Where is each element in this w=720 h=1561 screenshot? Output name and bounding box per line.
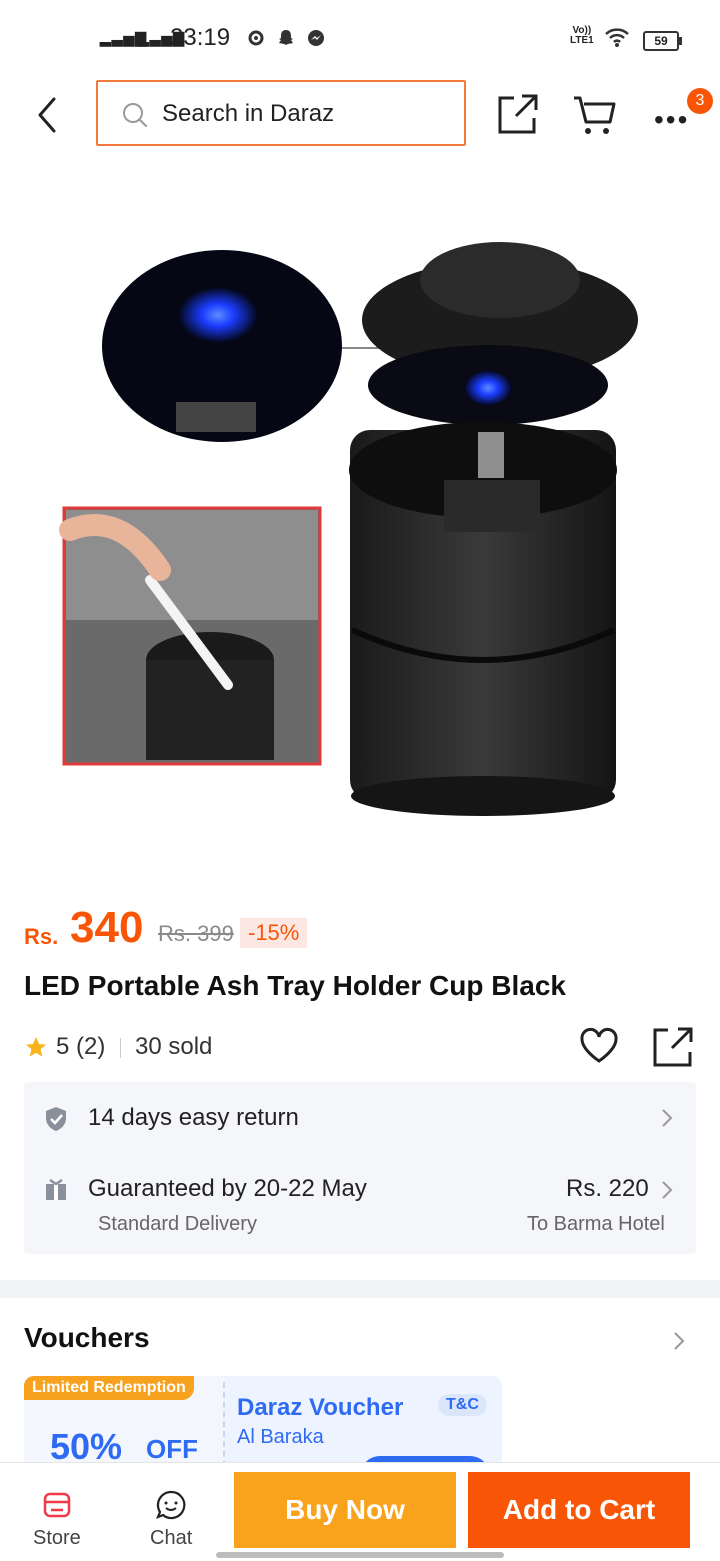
section-divider bbox=[0, 1280, 720, 1298]
vouchers-heading: Vouchers bbox=[24, 1322, 150, 1353]
delivery-fee: Rs. 220 bbox=[566, 1175, 649, 1202]
settings-icon bbox=[248, 30, 264, 46]
share-product-icon[interactable] bbox=[652, 1026, 694, 1068]
delivery-method: Standard Delivery bbox=[98, 1213, 257, 1235]
voucher-store: Al Baraka bbox=[237, 1426, 324, 1448]
chevron-right-icon[interactable] bbox=[672, 1330, 686, 1352]
chevron-right-icon[interactable] bbox=[660, 1107, 674, 1129]
battery-icon: 59 bbox=[643, 31, 682, 51]
search-input[interactable]: Search in Daraz bbox=[96, 80, 466, 146]
wifi-icon bbox=[605, 28, 629, 47]
divider bbox=[120, 1038, 121, 1058]
search-icon bbox=[123, 103, 147, 127]
chat-label[interactable]: Chat bbox=[150, 1527, 192, 1550]
add-to-cart-button[interactable]: Add to Cart bbox=[468, 1472, 690, 1548]
delivery-destination: To Barma Hotel bbox=[527, 1213, 665, 1235]
search-placeholder: Search in Daraz bbox=[162, 100, 335, 127]
messenger-icon bbox=[308, 30, 324, 46]
store-icon[interactable] bbox=[42, 1490, 72, 1520]
terms-link[interactable]: T&C bbox=[438, 1394, 487, 1416]
price-currency: Rs. bbox=[24, 924, 59, 949]
share-icon[interactable] bbox=[496, 94, 540, 136]
sold-count: 30 sold bbox=[135, 1033, 213, 1060]
product-title: LED Portable Ash Tray Holder Cup Black bbox=[24, 970, 566, 1001]
voucher-off: OFF bbox=[146, 1434, 198, 1464]
volte-indicator: Vo)) LTE1 bbox=[570, 25, 594, 46]
product-image[interactable] bbox=[0, 170, 720, 890]
status-bar: ▂▃▅▇ ▂▃▅▇ 23:19 Vo)) LTE1 59 bbox=[0, 0, 720, 76]
rating-value[interactable]: 5 (2) bbox=[56, 1033, 105, 1061]
back-arrow-icon[interactable] bbox=[30, 95, 66, 135]
voucher-name: Daraz Voucher bbox=[237, 1394, 404, 1421]
home-indicator bbox=[216, 1552, 504, 1558]
original-price: Rs. 399 bbox=[158, 921, 234, 946]
cart-badge: 3 bbox=[687, 88, 713, 114]
cart-icon[interactable] bbox=[572, 94, 618, 136]
limited-redemption-tag: Limited Redemption bbox=[24, 1376, 194, 1400]
snapchat-icon bbox=[279, 30, 293, 45]
chevron-right-icon[interactable] bbox=[660, 1179, 674, 1201]
star-icon bbox=[26, 1037, 46, 1057]
buy-now-button[interactable]: Buy Now bbox=[234, 1472, 456, 1548]
status-time: 23:19 bbox=[170, 24, 231, 51]
more-icon[interactable]: ••• bbox=[654, 104, 689, 136]
return-policy[interactable]: 14 days easy return bbox=[88, 1104, 299, 1132]
discount-badge: -15% bbox=[240, 918, 308, 948]
price: 340 bbox=[70, 903, 144, 952]
wishlist-heart-icon[interactable] bbox=[579, 1027, 619, 1065]
store-label[interactable]: Store bbox=[33, 1527, 81, 1550]
delivery-guarantee[interactable]: Guaranteed by 20-22 May bbox=[88, 1175, 367, 1203]
shield-check-icon bbox=[46, 1107, 66, 1131]
package-icon bbox=[46, 1178, 66, 1200]
chat-icon[interactable] bbox=[155, 1489, 187, 1521]
